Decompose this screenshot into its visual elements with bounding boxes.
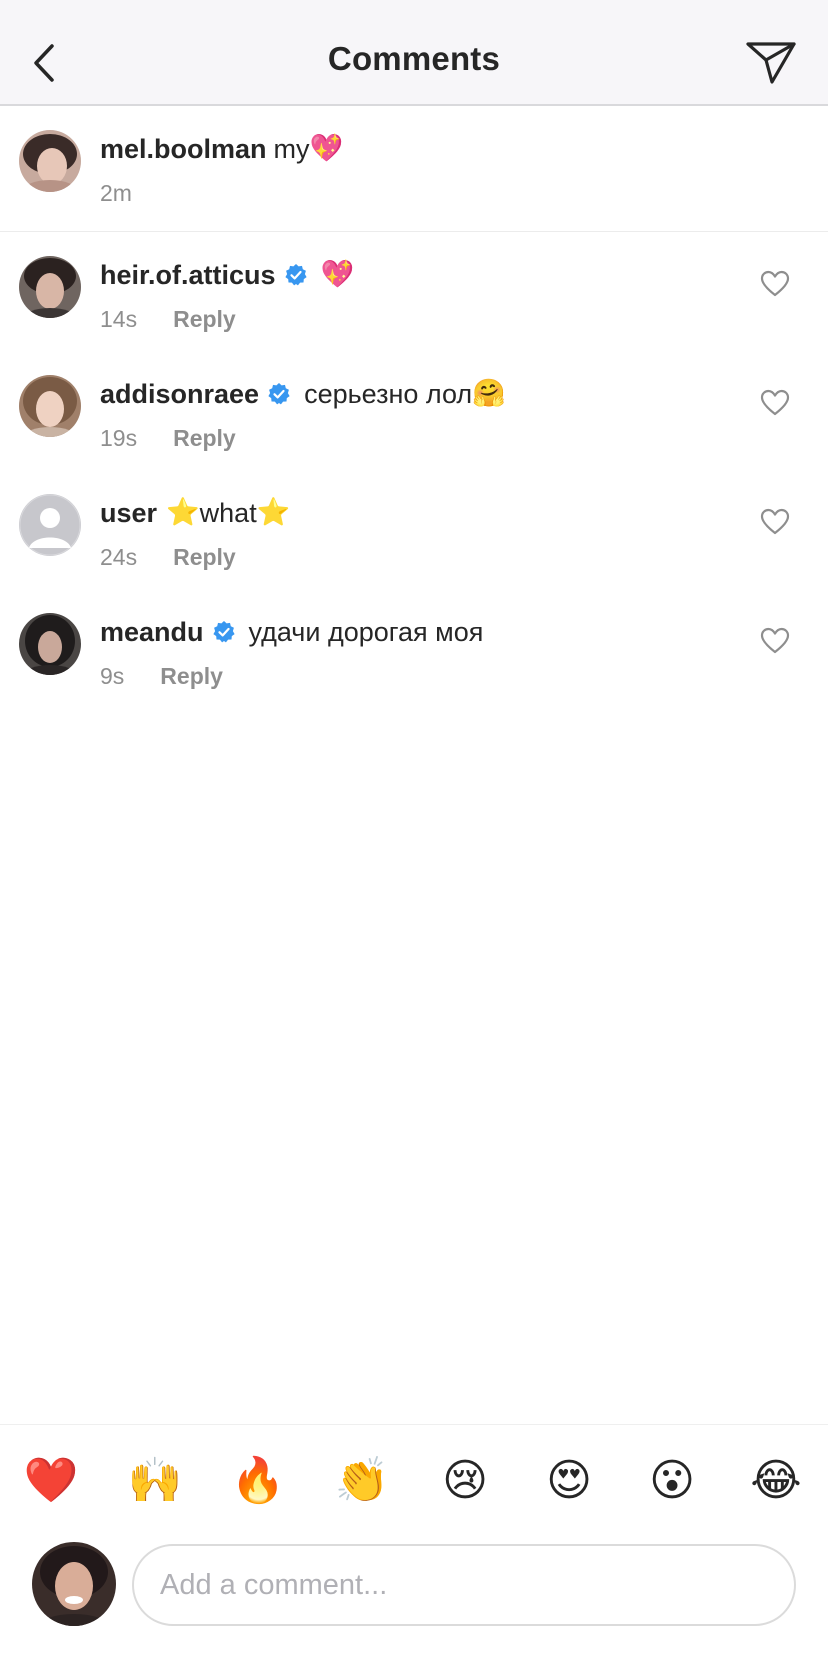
avatar[interactable]: [19, 613, 81, 675]
comment-meta: 24s Reply: [100, 542, 236, 572]
verified-badge-icon: [284, 264, 307, 286]
username[interactable]: user: [100, 496, 157, 530]
comment-text: what: [199, 498, 257, 528]
comment-time: 19s: [100, 425, 138, 451]
like-button[interactable]: [760, 508, 790, 536]
username[interactable]: addisonraee: [100, 377, 259, 411]
tears-of-joy-reaction[interactable]: 😂: [746, 1451, 806, 1511]
paper-plane-icon: [746, 42, 796, 84]
current-user-avatar: [32, 1542, 116, 1626]
comment-input[interactable]: [132, 1544, 796, 1626]
comment-time: 24s: [100, 544, 138, 570]
hugging-face-emoji: 🤗: [472, 378, 506, 409]
header-bar: Comments: [0, 0, 828, 106]
avatar-placeholder[interactable]: [19, 494, 81, 556]
reply-button[interactable]: Reply: [173, 425, 236, 451]
avatar[interactable]: [19, 375, 81, 437]
sparkling-heart-emoji: 💖: [320, 259, 355, 290]
comment-text: удачи дорогая моя: [248, 617, 484, 647]
sparkling-heart-emoji: 💖: [309, 133, 344, 164]
like-button[interactable]: [760, 627, 790, 655]
comment-line: user ⭐ what ⭐: [100, 496, 290, 530]
page-title: Comments: [327, 40, 501, 77]
heart-outline-icon: [760, 508, 790, 535]
red-heart-reaction[interactable]: ❤️: [21, 1451, 81, 1511]
caption-text: my: [273, 134, 310, 164]
username[interactable]: heir.of.atticus: [100, 258, 276, 292]
heart-eyes-reaction[interactable]: 😍: [539, 1451, 599, 1511]
heart-outline-icon: [760, 270, 790, 297]
username[interactable]: mel.boolman: [100, 132, 267, 166]
comment-row: meandu удачи дорогая моя 9s Reply: [0, 589, 828, 715]
avatar[interactable]: [19, 130, 81, 192]
comment-time: 14s: [100, 306, 138, 332]
clapping-hands-reaction[interactable]: 👏: [332, 1451, 392, 1511]
share-button[interactable]: [744, 38, 798, 88]
fire-reaction[interactable]: 🔥: [228, 1451, 288, 1511]
comment-composer: [0, 1542, 828, 1662]
quick-reactions-bar: ❤️ 🙌 🔥 👏 😢 😍 😮 😂: [0, 1424, 828, 1542]
heart-outline-icon: [760, 389, 790, 416]
comment-line: meandu удачи дорогая моя: [100, 615, 483, 649]
caption-time: 2m: [100, 180, 132, 206]
comment-row: addisonraee серьезно лол 🤗 19s Reply: [0, 351, 828, 477]
username[interactable]: meandu: [100, 615, 204, 649]
post-caption: mel.boolman my 💖 2m: [0, 106, 828, 232]
star-emoji: ⭐: [256, 497, 291, 528]
avatar[interactable]: [19, 256, 81, 318]
like-button[interactable]: [760, 270, 790, 298]
reply-button[interactable]: Reply: [160, 663, 223, 689]
raising-hands-reaction[interactable]: 🙌: [125, 1451, 185, 1511]
comment-meta: 9s Reply: [100, 661, 223, 691]
heart-outline-icon: [760, 627, 790, 654]
comment-row: user ⭐ what ⭐ 24s Reply: [0, 470, 828, 596]
comment-time: 9s: [100, 663, 125, 689]
astonished-face-reaction[interactable]: 😮: [642, 1451, 702, 1511]
comment-row: heir.of.atticus 💖 14s Reply: [0, 232, 828, 358]
default-user-icon: [19, 494, 81, 556]
comment-meta: 19s Reply: [100, 423, 236, 453]
like-button[interactable]: [760, 389, 790, 417]
comment-line: addisonraee серьезно лол 🤗: [100, 377, 506, 411]
reply-button[interactable]: Reply: [173, 544, 236, 570]
caption-line: mel.boolman my 💖: [100, 132, 343, 166]
crying-face-reaction[interactable]: 😢: [435, 1451, 495, 1511]
verified-badge-icon: [212, 621, 235, 643]
star-emoji: ⭐: [166, 497, 200, 528]
comment-meta: 14s Reply: [100, 304, 236, 334]
comment-text: серьезно лол: [304, 379, 473, 409]
verified-badge-icon: [268, 383, 290, 405]
reply-button[interactable]: Reply: [173, 306, 236, 332]
comment-line: heir.of.atticus 💖: [100, 258, 354, 292]
